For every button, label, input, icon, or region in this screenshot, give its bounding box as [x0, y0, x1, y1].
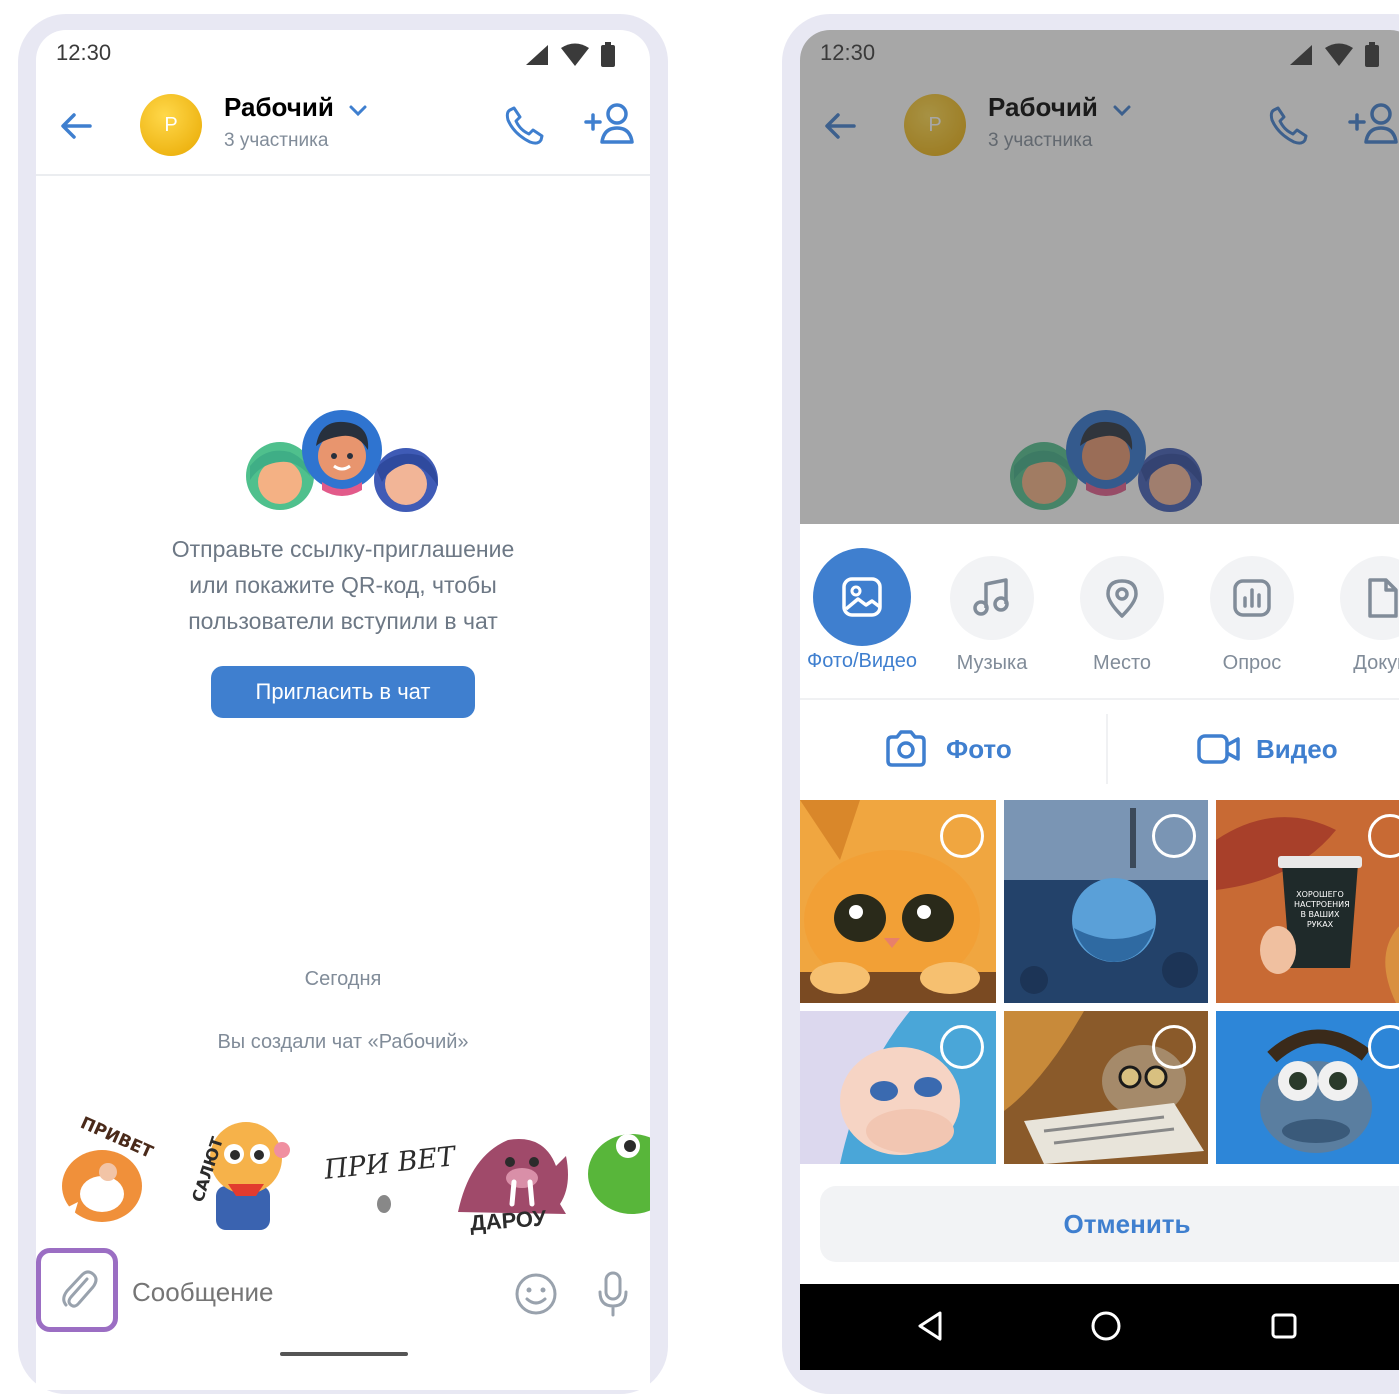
home-indicator	[280, 1352, 408, 1356]
gallery-photo-cat[interactable]	[800, 800, 996, 1003]
select-circle[interactable]	[940, 1025, 984, 1069]
gallery-photo-coffee[interactable]: ХОРОШЕГО НАСТРОЕНИЯ В ВАШИХ РУКАХ	[1216, 800, 1399, 1003]
coffee-cup-text: ХОРОШЕГО НАСТРОЕНИЯ В ВАШИХ РУКАХ	[1294, 890, 1350, 929]
empty-state-line-1: Отправьте ссылку-приглашение	[171, 536, 515, 562]
empty-state-line-3: пользователи вступили в чат	[188, 608, 498, 634]
attach-photo-video[interactable]: Фото/Видео	[800, 548, 928, 673]
camera-icon	[886, 730, 926, 767]
select-circle[interactable]	[1152, 814, 1196, 858]
sticker-salyut[interactable]: САЛЮТ	[178, 1110, 308, 1234]
select-circle[interactable]	[940, 814, 984, 858]
status-icons	[524, 42, 616, 68]
add-user-icon[interactable]	[584, 102, 636, 148]
chevron-down-icon[interactable]	[348, 104, 368, 118]
sticker-frog[interactable]	[588, 1122, 650, 1222]
attach-music-circle	[950, 556, 1034, 640]
attach-label: Опрос	[1222, 652, 1282, 674]
video-camera-icon	[1197, 734, 1240, 764]
capture-divider	[1106, 714, 1108, 784]
mouse-icon	[377, 1195, 391, 1213]
sticker-pri-vet[interactable]: ПРИ ВЕТ	[318, 1126, 457, 1226]
divider	[800, 698, 1399, 700]
empty-state-line-2: или покажите QR-код, чтобы	[189, 572, 497, 598]
document-icon	[1368, 578, 1398, 618]
nav-back-icon[interactable]	[916, 1310, 944, 1342]
nav-home-icon[interactable]	[1090, 1310, 1122, 1342]
battery-icon	[601, 42, 615, 67]
capture-video-label: Видео	[1256, 733, 1338, 764]
left-phone-screen: 12:30 Р Рабочий 3 участника Отправьте сс…	[36, 30, 650, 1390]
frog-sticker-image	[588, 1134, 650, 1214]
attach-label: Докум	[1353, 652, 1399, 674]
nav-recents-icon[interactable]	[1270, 1312, 1298, 1340]
message-input[interactable]	[130, 1268, 494, 1316]
paperclip-icon	[62, 1270, 98, 1308]
nav-bar	[800, 1284, 1399, 1370]
attach-label: Музыка	[956, 652, 1028, 674]
sticker-text: ПРИ ВЕТ	[322, 1141, 457, 1186]
status-time: 12:30	[56, 40, 112, 65]
poll-icon	[1233, 579, 1271, 617]
cancel-button[interactable]: Отменить	[820, 1186, 1399, 1262]
capture-video-button[interactable]: Видео	[1196, 724, 1396, 774]
attach-poll-circle	[1210, 556, 1294, 640]
attach-document[interactable]: Докум	[1316, 556, 1399, 675]
gallery-photo-crazy-frog[interactable]	[1216, 1011, 1399, 1164]
location-icon	[1106, 579, 1138, 618]
wifi-icon	[561, 43, 589, 66]
attach-label: Место	[1092, 652, 1152, 674]
header-divider	[36, 174, 650, 176]
invite-button[interactable]: Пригласить в чат	[211, 666, 475, 718]
group-illustration	[246, 410, 438, 512]
sticker-darou[interactable]: ДАРОУ	[448, 1116, 578, 1236]
select-circle[interactable]	[1152, 1025, 1196, 1069]
back-arrow-icon[interactable]	[58, 108, 94, 144]
avatar[interactable]: Р	[140, 94, 202, 156]
capture-photo-button[interactable]: Фото	[884, 724, 1084, 774]
sticker-privet[interactable]: ПРИВЕТ	[48, 1110, 168, 1230]
attach-highlight[interactable]	[36, 1248, 118, 1332]
emoji-icon[interactable]	[514, 1272, 558, 1316]
gallery-photo-reading-cat[interactable]	[1004, 1011, 1208, 1164]
chat-subtitle: 3 участника	[224, 130, 329, 151]
image-icon	[842, 577, 882, 617]
music-icon	[973, 578, 1009, 616]
capture-photo-label: Фото	[946, 733, 1012, 764]
date-label: Сегодня	[304, 968, 382, 990]
phone-icon[interactable]	[502, 104, 548, 148]
microphone-icon[interactable]	[596, 1270, 630, 1318]
attach-poll[interactable]: Опрос	[1186, 556, 1318, 675]
attach-document-circle	[1340, 556, 1399, 640]
attach-label: Фото/Видео	[807, 650, 917, 672]
attach-location[interactable]: Место	[1056, 556, 1188, 675]
signal-icon	[526, 45, 548, 65]
gallery-photo-rapunzel[interactable]	[800, 1011, 996, 1164]
sticker-text: ДАРОУ	[469, 1205, 547, 1236]
system-message: Вы создали чат «Рабочий»	[217, 1031, 469, 1053]
chat-title[interactable]: Рабочий	[224, 92, 334, 123]
right-phone-screen: 12:30 Р Рабочий 3 участника Фото/Видео М	[800, 30, 1399, 1370]
attach-music[interactable]: Музыка	[926, 556, 1058, 675]
dim-overlay[interactable]	[800, 30, 1399, 524]
attach-location-circle	[1080, 556, 1164, 640]
attach-photo-video-circle	[813, 548, 911, 646]
gallery-photo-crystal-ball[interactable]	[1004, 800, 1208, 1003]
